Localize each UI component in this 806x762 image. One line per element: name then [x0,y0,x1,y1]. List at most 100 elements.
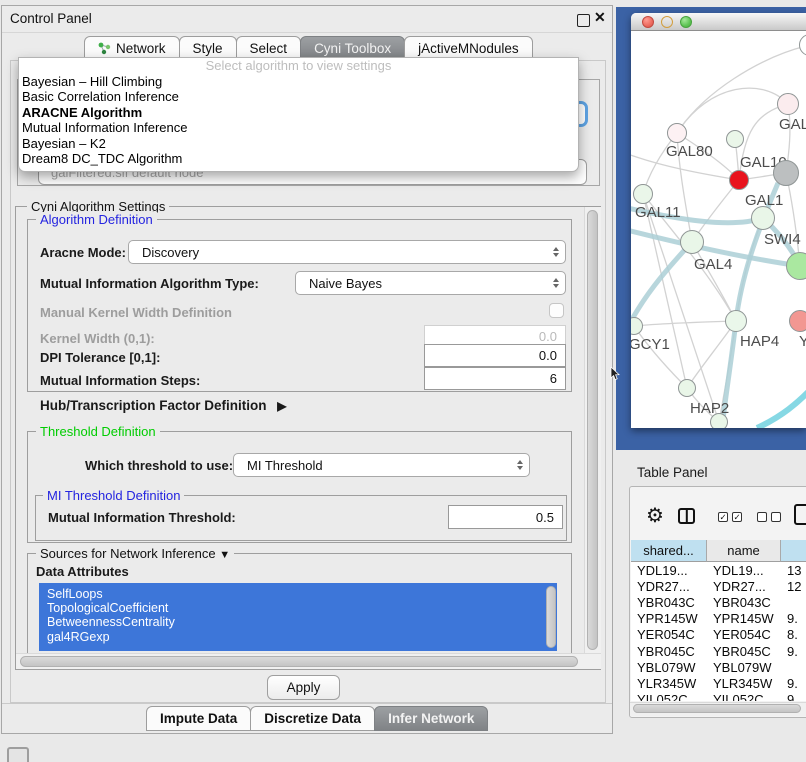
table-cell: 13 [781,563,806,578]
algorithm-option[interactable]: ARACNE Algorithm [19,105,578,120]
table-panel-title: Table Panel [637,465,708,480]
dpi-tolerance-field[interactable]: 0.0 [424,344,566,367]
tab-jactivemnodules-label: jActiveMNodules [418,41,519,56]
dpi-tolerance-label: DPI Tolerance [0,1]: [40,350,160,365]
apply-button[interactable]: Apply [267,675,340,700]
tab-discretize-data-label: Discretize Data [264,711,361,726]
node-label: GAL [779,116,806,133]
network-window-titlebar[interactable] [631,13,806,31]
mi-threshold-value: 0.5 [536,510,554,525]
aracne-mode-combobox[interactable]: Discovery [128,240,566,264]
manual-kernel-label: Manual Kernel Width Definition [40,305,232,320]
control-panel-title: Control Panel [10,11,92,26]
minimize-window-icon[interactable] [661,16,673,28]
tab-select-label: Select [250,41,288,56]
combo-stepper-icon [553,278,559,288]
settings-vscroll-thumb[interactable] [587,210,598,650]
restore-panel-button[interactable] [7,747,29,762]
table-body[interactable]: YDL19...YDL19...13YDR27...YDR27...12YBR0… [631,562,806,701]
network-node-gal11[interactable] [633,184,653,204]
network-node-gal10[interactable] [726,130,744,148]
aracne-mode-label: Aracne Mode: [40,245,126,260]
table-cell: YIL052C [631,692,707,701]
data-attributes-list[interactable]: SelfLoopsTopologicalCoefficientBetweenne… [39,583,557,651]
network-node[interactable] [786,252,806,280]
columns-icon[interactable] [678,508,695,524]
table-row[interactable]: YIL052CYIL052C9 [631,692,806,702]
network-canvas[interactable]: GALGAL80GAL10GAL1GAL11SWI4GAL4GCY1HAP4YH… [631,31,806,428]
network-node-hap2[interactable] [678,379,696,397]
attribute-list-scrollbar[interactable] [546,586,556,648]
algorithm-option[interactable]: Bayesian – K2 [19,136,578,151]
tab-infer-network[interactable]: Infer Network [374,706,488,731]
close-panel-icon[interactable]: ✕ [594,9,606,26]
column-header-name[interactable]: name [707,540,781,562]
table-row[interactable]: YER054CYER054C8. [631,627,806,643]
data-attributes-label: Data Attributes [36,564,129,579]
table-row[interactable]: YBR043CYBR043C [631,594,806,610]
node-label: SWI4 [764,231,801,248]
mi-type-combobox[interactable]: Naive Bayes [295,271,566,295]
combo-stepper-icon [553,247,559,257]
network-node-gal[interactable] [777,93,799,115]
network-node[interactable] [710,413,728,428]
manual-kernel-checkbox[interactable] [549,303,564,318]
algorithm-option[interactable]: Dream8 DC_TDC Algorithm [19,151,578,166]
table-row[interactable]: YLR345WYLR345W9. [631,675,806,691]
algorithm-option[interactable]: Bayesian – Hill Climbing [19,74,578,89]
attribute-list-item[interactable]: BetweennessCentrality [39,615,557,629]
mi-threshold-definition-title: MI Threshold Definition [43,488,184,503]
screen: Control Panel ✕ Network Style Select Cyn… [0,0,806,762]
mi-threshold-field[interactable]: 0.5 [448,505,563,529]
attribute-list-item[interactable]: TopologicalCoefficient [39,601,557,615]
close-window-icon[interactable] [642,16,654,28]
table-row[interactable]: YBR045CYBR045C9. [631,643,806,659]
network-edges [631,31,806,428]
mi-steps-value: 6 [550,371,557,386]
tab-discretize-data[interactable]: Discretize Data [250,706,375,731]
new-table-icon[interactable] [794,504,806,525]
network-node-hap4[interactable] [725,310,747,332]
tab-style-label: Style [193,41,223,56]
table-row[interactable]: YPR145WYPR145W9. [631,611,806,627]
table-row[interactable]: YBL079WYBL079W [631,659,806,675]
gear-icon[interactable]: ⚙ [646,503,664,528]
select-all-checkboxes-icon[interactable]: ✓✓ [718,512,742,522]
node-label: HAP4 [740,333,779,350]
which-threshold-combobox[interactable]: MI Threshold [233,453,530,477]
bottom-divider [2,703,612,704]
kernel-width-label: Kernel Width (0,1): [40,331,155,346]
network-node-swi4[interactable] [751,206,775,230]
float-panel-icon[interactable] [577,14,590,27]
algorithm-option[interactable]: Basic Correlation Inference [19,89,578,104]
sources-title[interactable]: Sources for Network Inference ▼ [36,546,234,561]
collapse-arrow-icon: ▼ [219,549,230,561]
mi-steps-field[interactable]: 6 [424,367,566,390]
attribute-list-item[interactable]: gal4RGexp [39,630,557,644]
deselect-all-checkboxes-icon[interactable] [757,512,781,522]
network-node[interactable] [773,160,799,186]
algorithm-definition-title: Algorithm Definition [36,212,157,227]
tab-impute-data[interactable]: Impute Data [146,706,251,731]
column-header-partial[interactable] [781,540,806,562]
table-row[interactable]: YDR27...YDR27...12 [631,578,806,594]
tab-cyni-toolbox-label: Cyni Toolbox [314,41,391,56]
table-cell: YDR27... [631,579,707,594]
settings-hscroll-thumb[interactable] [20,656,578,667]
table-row[interactable]: YDL19...YDL19...13 [631,562,806,578]
network-node-gal80[interactable] [667,123,687,143]
hub-definition-expander[interactable]: Hub/Transcription Factor Definition ▶ [40,398,287,413]
algorithm-option[interactable]: Mutual Information Inference [19,120,578,135]
network-node-gal1[interactable] [729,170,749,190]
tab-infer-network-label: Infer Network [388,711,474,726]
zoom-window-icon[interactable] [680,16,692,28]
sources-title-label: Sources for Network Inference [40,546,216,561]
network-node-gal4[interactable] [680,230,704,254]
mi-steps-label: Mutual Information Steps: [40,373,200,388]
column-header-shared-name[interactable]: shared... [631,540,707,562]
attribute-list-item[interactable]: SelfLoops [39,587,557,601]
table-hscroll-thumb[interactable] [633,704,801,713]
network-node-y[interactable] [789,310,806,332]
table-cell: 9. [781,644,806,659]
kernel-width-value: 0.0 [539,329,557,344]
